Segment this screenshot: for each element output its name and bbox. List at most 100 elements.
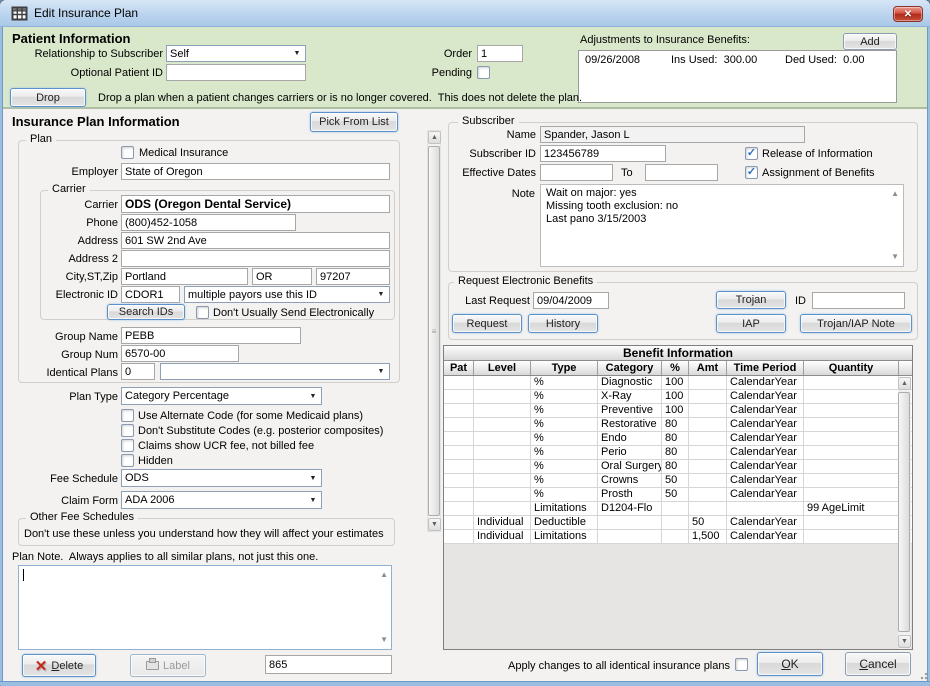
close-button[interactable]: ✕	[893, 6, 923, 22]
hidden-checkbox[interactable]	[121, 454, 134, 467]
label-button[interactable]: Label	[130, 654, 206, 677]
table-cell: Limitations	[531, 530, 598, 543]
use-alternate-code-checkbox[interactable]	[121, 409, 134, 422]
ok-button[interactable]: OK	[757, 652, 823, 676]
group-num-value: 6570-00	[125, 348, 165, 360]
effective-from-field[interactable]	[540, 164, 613, 181]
carrier-label: Carrier	[10, 199, 118, 212]
trojan-id-label: ID	[795, 295, 806, 308]
dont-send-electronically-checkbox[interactable]	[196, 306, 209, 319]
table-row[interactable]: %Perio80CalendarYear	[444, 446, 912, 460]
address2-field[interactable]	[121, 250, 390, 267]
release-of-information-checkbox[interactable]: ✓	[745, 147, 758, 160]
relationship-combo[interactable]: Self ▼	[166, 45, 306, 62]
column-header[interactable]: Quantity	[804, 361, 899, 375]
check-icon: ✓	[747, 167, 756, 177]
subscriber-id-field[interactable]: 123456789	[540, 145, 666, 162]
column-header[interactable]: Type	[531, 361, 598, 375]
assignment-of-benefits-checkbox[interactable]: ✓	[745, 166, 758, 179]
phone-field[interactable]: (800)452-1058	[121, 214, 296, 231]
table-row[interactable]: IndividualLimitations1,500CalendarYear	[444, 530, 912, 544]
subscriber-group-label: Subscriber	[458, 115, 519, 128]
plan-panel-scrollbar[interactable]: ▲ ≡ ▼	[427, 130, 441, 532]
column-header[interactable]: %	[662, 361, 689, 375]
pending-checkbox[interactable]	[477, 66, 490, 79]
state-field[interactable]: OR	[252, 268, 312, 285]
scroll-up-button[interactable]: ▲	[898, 377, 911, 390]
plan-number-field[interactable]: 865	[265, 655, 392, 674]
scroll-down-button[interactable]: ▼	[428, 518, 441, 531]
trojan-id-field[interactable]	[812, 292, 905, 309]
zip-field[interactable]: 97207	[316, 268, 390, 285]
identical-plans-combo[interactable]: ▼	[160, 363, 390, 380]
trojan-button[interactable]: Trojan	[716, 291, 786, 309]
subscriber-note-box[interactable]: Wait on major: yes Missing tooth exclusi…	[540, 184, 904, 267]
table-cell: 50	[662, 474, 689, 487]
table-cell: 80	[662, 432, 689, 445]
dont-substitute-codes-checkbox[interactable]	[121, 424, 134, 437]
scroll-down-icon[interactable]: ▼	[891, 253, 899, 261]
table-row[interactable]: IndividualDeductible50CalendarYear	[444, 516, 912, 530]
scroll-up-icon[interactable]: ▲	[891, 190, 899, 198]
adjustments-listbox[interactable]: 09/26/2008 Ins Used: 300.00 Ded Used: 0.…	[578, 50, 897, 103]
dont-send-electronically-label: Don't Usually Send Electronically	[213, 307, 374, 320]
electronic-id-field[interactable]: CDOR1	[121, 286, 180, 303]
table-row[interactable]: %Prosth50CalendarYear	[444, 488, 912, 502]
group-name-field[interactable]: PEBB	[121, 327, 301, 344]
apply-changes-checkbox[interactable]	[735, 658, 748, 671]
trojan-iap-note-button[interactable]: Trojan/IAP Note	[800, 314, 912, 333]
pick-from-list-button[interactable]: Pick From List	[310, 112, 398, 132]
column-header[interactable]: Pat	[444, 361, 474, 375]
group-num-field[interactable]: 6570-00	[121, 345, 239, 362]
claims-ucr-fee-checkbox[interactable]	[121, 439, 134, 452]
table-row[interactable]: %Restorative80CalendarYear	[444, 418, 912, 432]
table-cell	[598, 516, 662, 529]
benefit-table-scrollbar[interactable]: ▲ ▼	[898, 377, 911, 649]
carrier-field[interactable]: ODS (Oregon Dental Service)	[121, 195, 390, 213]
column-header[interactable]: Time Period	[727, 361, 804, 375]
column-header[interactable]: Amt	[689, 361, 727, 375]
add-button[interactable]: Add	[843, 33, 897, 50]
scroll-down-button[interactable]: ▼	[898, 635, 911, 648]
table-row[interactable]: %Crowns50CalendarYear	[444, 474, 912, 488]
drop-button[interactable]: Drop	[10, 88, 86, 107]
cancel-button[interactable]: Cancel	[845, 652, 911, 676]
city-field[interactable]: Portland	[121, 268, 248, 285]
table-row[interactable]: %Endo80CalendarYear	[444, 432, 912, 446]
scrollbar-thumb[interactable]	[898, 392, 910, 632]
employer-field[interactable]: State of Oregon	[121, 163, 390, 180]
optional-patient-id-field[interactable]	[166, 64, 306, 81]
fee-schedule-combo[interactable]: ODS ▼	[121, 469, 322, 487]
chevron-down-icon: ▼	[373, 368, 389, 375]
table-row[interactable]: %X-Ray100CalendarYear	[444, 390, 912, 404]
scrollbar-thumb[interactable]: ≡	[428, 146, 440, 516]
table-row[interactable]: LimitationsD1204-Flo99 AgeLimit	[444, 502, 912, 516]
address-field[interactable]: 601 SW 2nd Ave	[121, 232, 390, 249]
scroll-up-button[interactable]: ▲	[428, 131, 441, 144]
table-row[interactable]: %Diagnostic100CalendarYear	[444, 376, 912, 390]
last-request-field[interactable]: 09/04/2009	[533, 292, 609, 309]
subscriber-name-field[interactable]: Spander, Jason L	[540, 126, 805, 143]
plan-type-combo[interactable]: Category Percentage ▼	[121, 387, 322, 405]
table-cell	[444, 474, 474, 487]
order-field[interactable]: 1	[477, 45, 523, 62]
table-row[interactable]: %Oral Surgery80CalendarYear	[444, 460, 912, 474]
column-header[interactable]: Category	[598, 361, 662, 375]
payor-id-combo[interactable]: multiple payors use this ID ▼	[184, 286, 390, 303]
column-header[interactable]: Level	[474, 361, 531, 375]
scroll-up-icon[interactable]: ▲	[380, 571, 388, 579]
iap-button[interactable]: IAP	[716, 314, 786, 333]
identical-plans-field[interactable]: 0	[121, 363, 155, 380]
medical-insurance-checkbox[interactable]	[121, 146, 134, 159]
claim-form-combo[interactable]: ADA 2006 ▼	[121, 491, 322, 509]
delete-button[interactable]: ✕ Delete	[22, 654, 96, 677]
search-ids-button[interactable]: Search IDs	[107, 304, 185, 320]
request-button[interactable]: Request	[452, 314, 522, 333]
effective-to-field[interactable]	[645, 164, 718, 181]
table-cell	[804, 474, 899, 487]
table-row[interactable]: %Preventive100CalendarYear	[444, 404, 912, 418]
history-button[interactable]: History	[528, 314, 598, 333]
benefit-information-table: Benefit Information PatLevelTypeCategory…	[443, 345, 913, 650]
scroll-down-icon[interactable]: ▼	[380, 636, 388, 644]
plan-note-textarea[interactable]: ▲ ▼	[18, 565, 392, 650]
